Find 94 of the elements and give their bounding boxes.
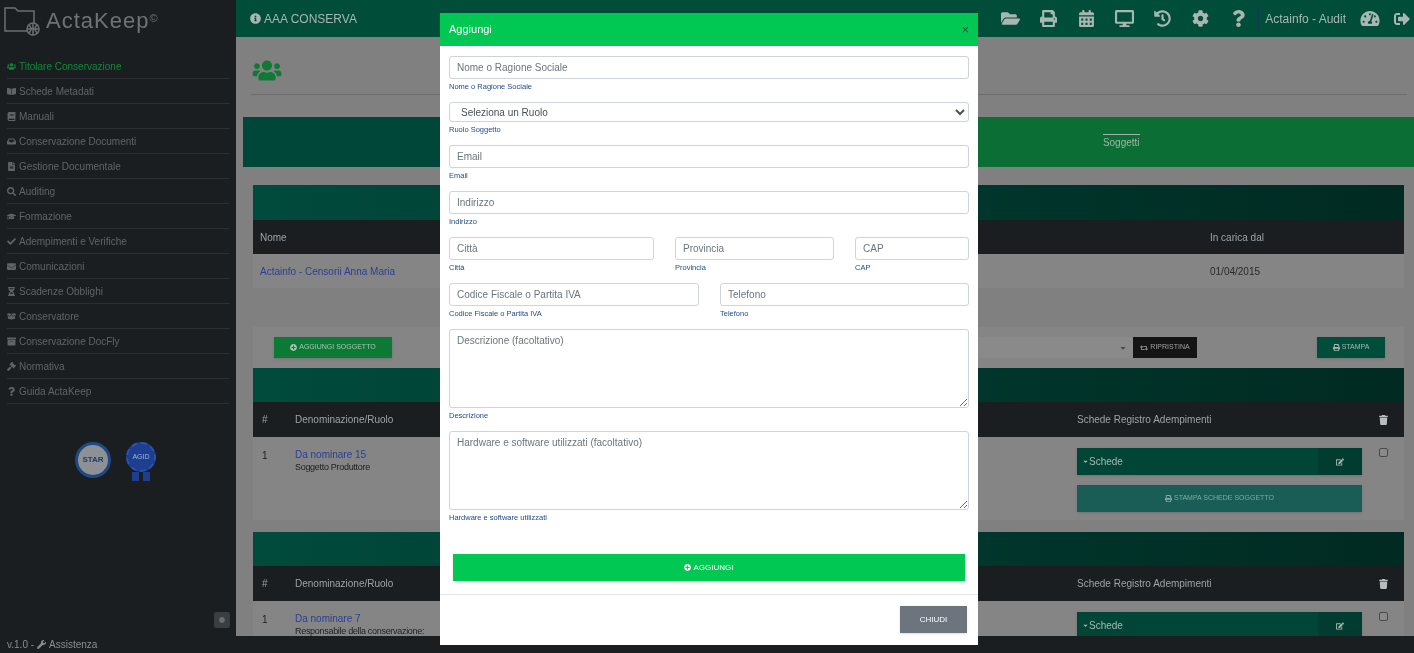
row-checkbox[interactable] [1378,612,1388,621]
gauge-icon[interactable] [1360,10,1380,27]
print-icon[interactable] [1039,10,1059,27]
hourglass-icon [7,286,16,296]
text-field[interactable]: Città [449,237,654,260]
text-field[interactable]: Nome o Ragione Sociale [449,56,969,79]
text-field[interactable]: CAP [855,237,969,260]
column-header: # [262,577,268,591]
column-header: Denominazione/Ruolo [295,577,394,591]
text-field[interactable]: Email [449,145,969,168]
envelope-icon [7,261,16,271]
trash-icon[interactable] [1378,414,1388,425]
sidebar-item[interactable]: Scadenze Obblighi [7,279,229,304]
column-header: Nome [260,230,287,245]
folder-globe-icon [4,4,40,36]
column-header: # [262,413,268,427]
sidebar-item[interactable]: Schede Metadati [7,79,229,104]
schede-dropdown[interactable]: Schede [1077,448,1362,475]
logout-icon[interactable] [1394,10,1410,27]
certification-badge: STAR [75,442,111,478]
column-header: Denominazione/Ruolo [295,413,394,427]
plus-icon [684,564,692,571]
monitor-icon[interactable] [1115,10,1135,27]
wrench-icon [37,640,47,649]
user-name[interactable]: Actainfo - Audit [1265,9,1346,28]
text-field[interactable]: Telefono [720,283,969,306]
subject-link[interactable]: Da nominare 15 [295,448,367,461]
row-checkbox[interactable] [1378,448,1388,457]
sidebar-item[interactable]: Manuali [7,104,229,129]
caret-icon [1082,458,1089,465]
edit-button[interactable] [1318,448,1362,475]
subject-role: Soggetto Produttore [295,461,370,474]
graduation-cap-icon [7,211,16,221]
subject-link[interactable]: Da nominare 7 [295,612,361,625]
table-cell-text: 01/04/2015 [1210,264,1262,279]
column-header: In carica dal [1210,230,1264,245]
app-logo: ActaKeep$^{©}$ [46,6,159,35]
add-button[interactable]: AGGIUNGI [453,554,965,581]
file-icon [7,161,16,171]
manual-icon [7,111,16,121]
print-icon [1165,495,1172,502]
close-dialog-button[interactable]: CHIUDI [900,606,967,633]
text-field[interactable]: Indirizzo [449,191,969,214]
box-icon [7,311,16,321]
sidebar-item[interactable]: Conservazione DocFly [7,329,229,354]
text-area[interactable]: Descrizione (facoltativo) [449,329,969,408]
sidebar-item[interactable]: Conservatore [7,304,229,329]
gavel-icon [7,361,16,371]
sidebar-item[interactable]: Guida ActaKeep [7,379,229,404]
text-area[interactable]: Hardware e software utilizzati (facoltativo) [449,431,969,510]
trash-icon[interactable] [1378,578,1388,589]
row-number: 1 [262,613,269,627]
archive-icon [7,336,16,346]
modal-title: Aggiungi [449,22,492,38]
history-icon[interactable] [1153,10,1173,27]
edit-icon [1336,457,1344,466]
sidebar-item[interactable]: Adempimenti e Verifiche [7,229,229,254]
edit-button[interactable] [1318,612,1362,636]
row-number: 1 [262,449,269,463]
sidebar-item[interactable]: Formazione [7,204,229,229]
check-icon [7,236,16,246]
column-header: Schede Registro Adempimenti [1077,413,1212,427]
version-label: v.1.0 - [7,638,35,652]
search-icon [7,186,16,196]
users-icon [250,59,284,82]
sidebar-item[interactable]: Auditing [7,179,229,204]
sidebar-item[interactable]: Comunicazioni [7,254,229,279]
sidebar-item[interactable]: Titolare Conservazione [7,54,229,79]
sidebar-item[interactable]: Gestione Documentale [7,154,229,179]
info-icon [250,13,261,24]
role-select[interactable]: Seleziona un Ruolo [449,102,969,122]
question-icon [7,386,16,396]
text-field[interactable]: Provincia [675,237,834,260]
sidebar-item[interactable]: Normativa [7,354,229,379]
support-link[interactable]: Assistenza [49,637,98,652]
folder-icon[interactable] [1001,10,1021,27]
inbox-icon [7,136,16,146]
edit-icon [1336,621,1344,630]
subject-role: Responsabile della conservazione: [295,625,425,636]
text-field[interactable]: Codice Fiscale o Partita IVA [449,283,699,306]
holder-link[interactable]: Actainfo - Censorii Anna Maria [260,263,396,279]
retweet-icon [1140,343,1149,352]
book-icon [7,86,16,96]
company-name: AAA CONSERVA [264,10,357,28]
schede-dropdown[interactable]: Schede [1077,612,1362,636]
calendar-icon[interactable] [1077,10,1097,27]
settings-icon[interactable] [1191,10,1211,27]
caret-icon [1082,622,1089,629]
plus-icon [290,344,298,351]
sidebar-item[interactable]: Conservazione Documenti [7,129,229,154]
print-icon [1332,344,1340,351]
users-icon [7,61,16,71]
close-button[interactable]: × [961,23,969,36]
column-header: Schede Registro Adempimenti [1077,577,1212,591]
